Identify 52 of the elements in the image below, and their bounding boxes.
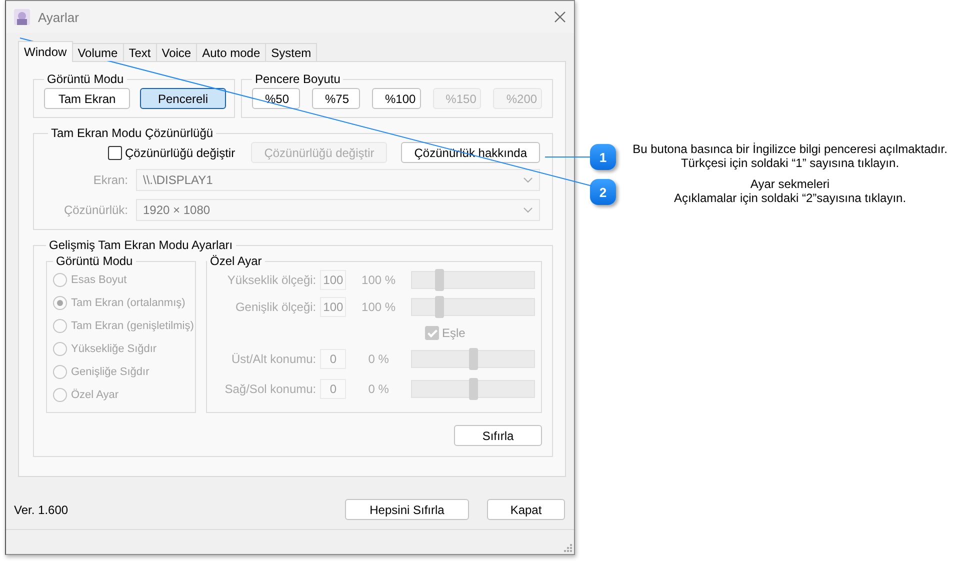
- window-title: Ayarlar: [38, 10, 80, 24]
- slider[interactable]: [410, 380, 535, 398]
- field-label: Ekran:: [92, 173, 128, 187]
- group-title: Görüntü Modu: [46, 72, 125, 86]
- size-button[interactable]: %50: [252, 88, 300, 109]
- slider[interactable]: [410, 298, 535, 316]
- radio-label: Genişliğe Sığdır: [71, 366, 150, 378]
- radio-label: Yüksekliğe Sığdır: [71, 342, 157, 354]
- radio-label: Esas Boyut: [71, 274, 127, 286]
- checkbox[interactable]: [108, 146, 122, 160]
- percent-reading: 100 %: [360, 300, 397, 314]
- tab[interactable]: Volume: [72, 43, 124, 61]
- group-title: Tam Ekran Modu Çözünürlüğü: [50, 126, 214, 140]
- chevron-down-icon: [523, 177, 533, 183]
- close-button[interactable]: Kapat: [487, 499, 565, 520]
- reset-all-button[interactable]: Hepsini Sıfırla: [345, 499, 469, 520]
- mode-button[interactable]: Pencereli: [140, 88, 226, 109]
- group-title: Özel Ayar: [209, 254, 263, 268]
- app-icon: [14, 9, 30, 25]
- mode-button[interactable]: Tam Ekran: [44, 88, 130, 109]
- percent-reading: 100 %: [360, 273, 397, 287]
- group-title: Gelişmiş Tam Ekran Modu Ayarları: [48, 238, 234, 252]
- radio-label: Tam Ekran (ortalanmış): [71, 296, 186, 308]
- tab[interactable]: System: [265, 43, 318, 61]
- setting-label: Yükseklik ölçeği:: [226, 273, 316, 287]
- callout-text: Türkçesi için soldaki “1” sayısına tıklayın.: [680, 156, 900, 170]
- slider[interactable]: [410, 350, 535, 368]
- field-label: Çözünürlük:: [62, 203, 128, 217]
- callout-text: Bu butona basınca bir İngilizce bilgi penceresi açılmaktadır.: [632, 142, 948, 156]
- version-label: Ver. 1.600: [14, 502, 70, 516]
- tab[interactable]: Window: [18, 41, 73, 62]
- callout-badge[interactable]: 1: [590, 144, 616, 170]
- setting-label: Genişlik ölçeği:: [234, 300, 316, 314]
- close-icon[interactable]: [554, 11, 566, 23]
- group-title: Görüntü Modu: [55, 254, 134, 268]
- radio-label: Özel Ayar: [71, 388, 118, 400]
- checkbox-label: Eşle: [442, 326, 466, 340]
- resize-grip-icon[interactable]: [564, 544, 572, 552]
- chevron-down-icon: [523, 207, 533, 213]
- callout-badge[interactable]: 2: [590, 179, 616, 205]
- size-button[interactable]: %100: [372, 88, 421, 109]
- callout-text: Ayar sekmeleri: [750, 177, 830, 191]
- setting-label: Sağ/Sol konumu:: [224, 382, 316, 396]
- checkbox-label: Çözünürlüğü değiştir: [125, 146, 236, 160]
- group-title: Pencere Boyutu: [254, 72, 342, 86]
- percent-reading: 0 %: [367, 382, 390, 396]
- slider[interactable]: [410, 271, 535, 289]
- size-button[interactable]: %75: [312, 88, 360, 109]
- setting-label: Üst/Alt konumu:: [230, 352, 316, 366]
- callout-text: Açıklamalar için soldaki “2”sayısına tıklayın.: [674, 191, 906, 205]
- percent-reading: 0 %: [367, 352, 390, 366]
- radio-label: Tam Ekran (genişletilmiş): [71, 320, 194, 332]
